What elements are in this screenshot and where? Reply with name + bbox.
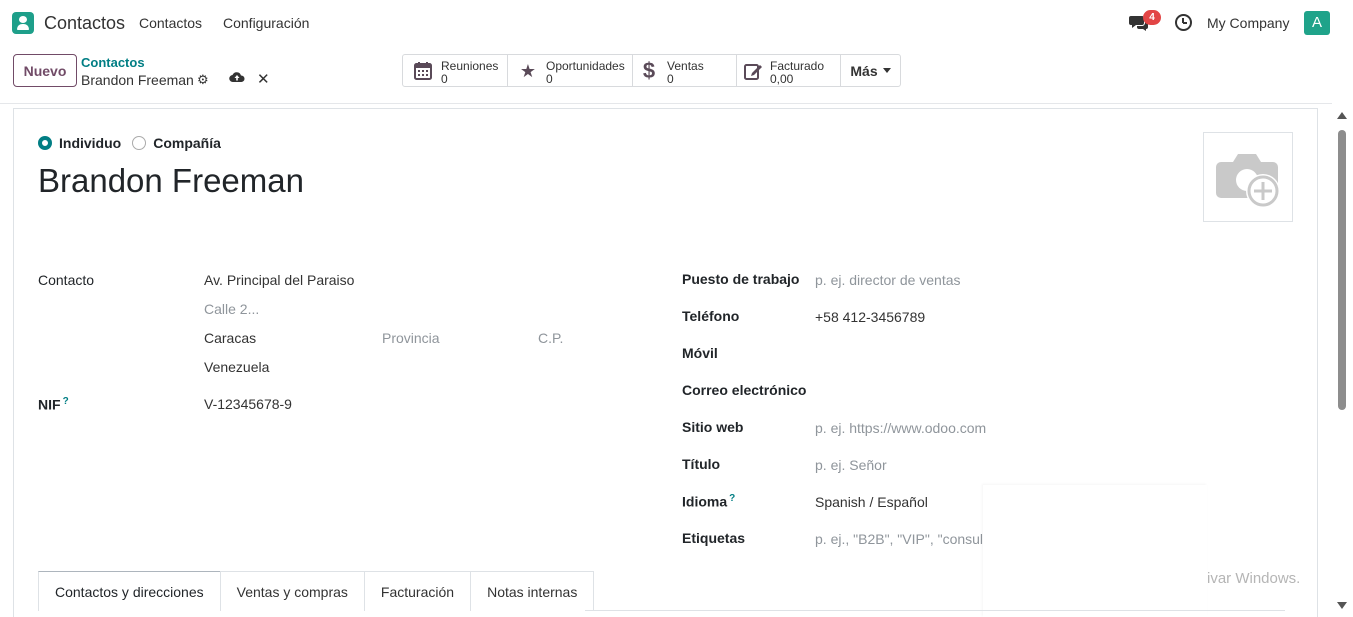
radio-company[interactable] (132, 136, 147, 150)
job-position-label: Puesto de trabajo (682, 271, 800, 287)
gear-icon[interactable]: ⚙ (197, 72, 209, 88)
tab-contacts-addresses[interactable]: Contactos y direcciones (38, 571, 221, 611)
contacts-app-icon[interactable] (12, 12, 34, 34)
invoiced-smart-button[interactable]: Facturado 0,00 (737, 55, 841, 86)
meetings-count: 0 (441, 72, 448, 86)
caret-down-icon (882, 68, 891, 73)
title-field[interactable]: p. ej. Señor (815, 457, 887, 473)
opportunities-count: 0 (546, 72, 553, 86)
menu-contactos[interactable]: Contactos (139, 15, 202, 31)
tab-sales-purchases[interactable]: Ventas y compras (219, 571, 365, 611)
app-name[interactable]: Contactos (44, 13, 125, 34)
invoiced-amount: 0,00 (770, 72, 794, 86)
partner-name-field[interactable]: Brandon Freeman (38, 162, 304, 200)
vat-help-icon[interactable]: ? (63, 396, 69, 407)
job-position-field[interactable]: p. ej. director de ventas (815, 272, 961, 288)
country-field[interactable]: Venezuela (204, 359, 269, 375)
star-icon: ★ (519, 61, 537, 81)
activity-clock-icon[interactable] (1175, 14, 1192, 31)
zip-field[interactable]: C.P. (538, 330, 563, 346)
website-field[interactable]: p. ej. https://www.odoo.com (815, 420, 986, 436)
email-label: Correo electrónico (682, 382, 807, 398)
overlay-panel (983, 485, 1207, 617)
meetings-smart-button[interactable]: Reuniones 0 (403, 55, 508, 86)
meetings-label: Reuniones (441, 59, 499, 73)
user-avatar[interactable]: A (1304, 11, 1330, 35)
street-field[interactable]: Av. Principal del Paraiso (204, 272, 354, 288)
edit-icon (744, 64, 762, 80)
radio-individual[interactable] (38, 136, 52, 150)
radio-company-label[interactable]: Compañía (153, 135, 221, 151)
scroll-thumb[interactable] (1338, 130, 1346, 410)
phone-label: Teléfono (682, 308, 740, 324)
mobile-label: Móvil (682, 345, 718, 361)
street2-field[interactable]: Calle 2... (204, 301, 259, 317)
state-field[interactable]: Provincia (382, 330, 440, 346)
sales-smart-button[interactable]: $ Ventas 0 (633, 55, 737, 86)
website-label: Sitio web (682, 419, 744, 435)
top-navbar: Contactos Contactos Configuración 4 My C… (0, 0, 1353, 46)
more-dropdown-button[interactable]: Más (841, 55, 900, 86)
menu-configuracion[interactable]: Configuración (223, 15, 309, 31)
radio-individual-label[interactable]: Individuo (59, 135, 121, 151)
notebook-tabs: Contactos y direcciones Ventas y compras… (38, 571, 595, 611)
tab-internal-notes[interactable]: Notas internas (470, 571, 595, 611)
company-switcher[interactable]: My Company (1207, 15, 1289, 31)
camera-plus-icon (1216, 154, 1280, 208)
company-type-radio: Individuo Compañía (38, 135, 232, 151)
cloud-save-icon[interactable] (229, 71, 245, 83)
tabs-underline (585, 610, 1285, 611)
breadcrumb-current: Brandon Freeman (81, 72, 194, 88)
city-field[interactable]: Caracas (204, 330, 256, 346)
phone-field[interactable]: +58 412-3456789 (815, 309, 925, 325)
vat-label-text: NIF (38, 396, 61, 413)
language-label-text: Idioma (682, 493, 728, 510)
breadcrumb-parent[interactable]: Contactos (81, 55, 145, 70)
title-label: Título (682, 456, 721, 472)
tags-label: Etiquetas (682, 530, 746, 546)
tab-invoicing[interactable]: Facturación (363, 571, 472, 611)
contact-label: Contacto (38, 272, 95, 288)
sales-count: 0 (667, 72, 674, 86)
language-label: Idioma? (682, 493, 735, 510)
smart-buttons-bar: Reuniones 0 ★ Oportunidades 0 $ Ventas 0… (402, 54, 901, 87)
vat-label: NIF? (38, 396, 69, 413)
more-label: Más (850, 62, 878, 79)
control-panel-divider (0, 103, 1332, 104)
scroll-down-arrow-icon[interactable] (1337, 602, 1347, 609)
invoiced-label: Facturado (770, 59, 825, 73)
new-button[interactable]: Nuevo (13, 54, 77, 87)
discard-close-icon[interactable]: ✕ (257, 70, 270, 88)
opportunities-label: Oportunidades (546, 59, 625, 73)
scroll-up-arrow-icon[interactable] (1337, 112, 1347, 119)
chat-badge: 4 (1143, 10, 1161, 25)
opportunities-smart-button[interactable]: ★ Oportunidades 0 (508, 55, 633, 86)
sales-label: Ventas (667, 59, 704, 73)
image-upload[interactable] (1203, 132, 1293, 222)
dollar-icon: $ (642, 58, 656, 83)
windows-activation-watermark: ivar Windows. (1207, 570, 1301, 587)
language-help-icon[interactable]: ? (729, 493, 735, 504)
language-field[interactable]: Spanish / Español (815, 494, 928, 510)
calendar-icon (414, 62, 432, 80)
vat-field[interactable]: V-12345678-9 (204, 396, 292, 412)
tags-field[interactable]: p. ej., "B2B", "VIP", "consulto (815, 531, 995, 547)
